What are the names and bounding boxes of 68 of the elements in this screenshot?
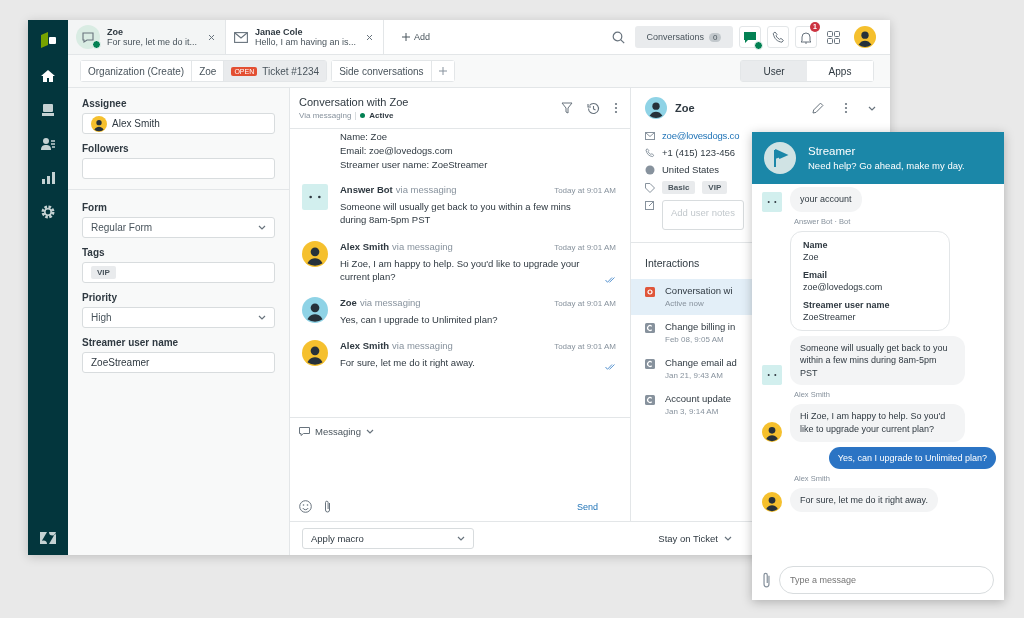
section-title: Interactions	[644, 256, 701, 271]
select-value: High	[91, 312, 112, 323]
card-value: ZoeStreamer	[803, 311, 857, 322]
status-label: Active	[369, 111, 394, 120]
card-label: Name	[803, 239, 829, 250]
message-text: Hi Zoe, I am happy to help. So you'd like to upgrade your current plan?	[340, 256, 581, 284]
message-channel: via messaging	[395, 184, 457, 195]
country: United States	[662, 164, 720, 175]
card-label: Email	[803, 269, 828, 280]
message-bubble: Someone will usually get back to you within a few mins during 8am-5pm PST	[790, 335, 965, 386]
widget-subtitle: Need help? Go ahead, make my day.	[808, 160, 965, 171]
message-author: Zoe	[340, 297, 357, 309]
message-author: Answer Bot	[340, 184, 393, 195]
interaction-subtitle: Active now	[665, 299, 705, 308]
interaction-subtitle: Jan 21, 9:43 AM	[665, 371, 724, 380]
message-channel: via messaging	[359, 297, 421, 309]
message-time: Today at 9:01 AM	[554, 342, 616, 352]
tag: VIP	[91, 266, 116, 279]
message-bubble: your account	[790, 187, 862, 212]
select-value: Regular Form	[91, 222, 153, 233]
channel-name: Messaging	[315, 426, 361, 437]
field-label: Tags	[82, 247, 106, 258]
field-label: Followers	[82, 143, 130, 154]
message-time: Today at 9:01 AM	[554, 186, 616, 195]
message-line: Name: Zoe	[340, 131, 388, 142]
conversation-title: Conversation with Zoe	[299, 96, 409, 108]
tab-title: Zoe	[107, 27, 124, 37]
select-value: Apply macro	[311, 533, 364, 544]
interaction-subtitle: Jan 3, 9:14 AM	[665, 407, 720, 416]
tag: Basic	[662, 181, 696, 194]
count-badge: 0	[709, 32, 722, 42]
interaction-title: Conversation wi	[665, 285, 733, 296]
message-text: Yes, can I upgrade to Unlimited plan?	[340, 313, 498, 327]
interaction-subtitle: Feb 08, 9:05 AM	[665, 335, 725, 344]
field-value: ZoeStreamer	[91, 357, 150, 368]
widget-title: Streamer	[808, 145, 857, 157]
tab-title: Janae Cole	[255, 27, 304, 37]
tab-preview: Hello, I am having an is...	[255, 37, 358, 47]
message-author: Alex Smith	[340, 340, 390, 352]
assignee-name: Alex Smith	[112, 118, 160, 129]
card-value: Zoe	[803, 251, 820, 262]
notes-placeholder: Add user notes	[671, 207, 735, 218]
field-label: Form	[82, 202, 108, 213]
message-channel: via messaging	[392, 340, 453, 352]
message-time: Today at 9:01 AM	[554, 242, 616, 252]
interaction-title: Change email ad	[665, 357, 737, 368]
message-line: Email: zoe@lovedogs.com	[340, 145, 454, 156]
card-value: zoe@lovedogs.com	[803, 281, 884, 292]
message-line: Streamer user name: ZoeStreamer	[340, 159, 489, 170]
interaction-title: Change billing in	[665, 321, 736, 332]
message-text: For sure, let me do it right away.	[340, 356, 475, 370]
field-label: Streamer user name	[82, 337, 180, 348]
field-label: Priority	[82, 292, 118, 303]
card-label: Streamer user name	[803, 299, 891, 310]
message-bubble: Hi Zoe, I am happy to help. So you'd like to upgrade your current plan?	[790, 404, 965, 442]
message-time: Today at 9:01 AM	[554, 299, 616, 309]
message-bubble: For sure, let me do it right away.	[790, 487, 938, 513]
user-name: Zoe	[675, 102, 695, 114]
message-channel: via messaging	[392, 240, 453, 252]
tab-preview: For sure, let me do it...	[107, 37, 199, 47]
phone-number: +1 (415) 123-456	[662, 147, 736, 158]
field-label: Assignee	[82, 98, 128, 109]
tag: VIP	[702, 181, 728, 194]
message-text: Someone will usually get back to you within a few mins during 8am-5pm PST	[340, 200, 572, 227]
user-message: Yes, can I upgrade to Unlimited plan?	[828, 446, 996, 469]
message-author: Alex Smith	[340, 240, 390, 252]
channel-label: Via messaging	[299, 111, 352, 120]
interaction-title: Account update	[665, 393, 732, 404]
